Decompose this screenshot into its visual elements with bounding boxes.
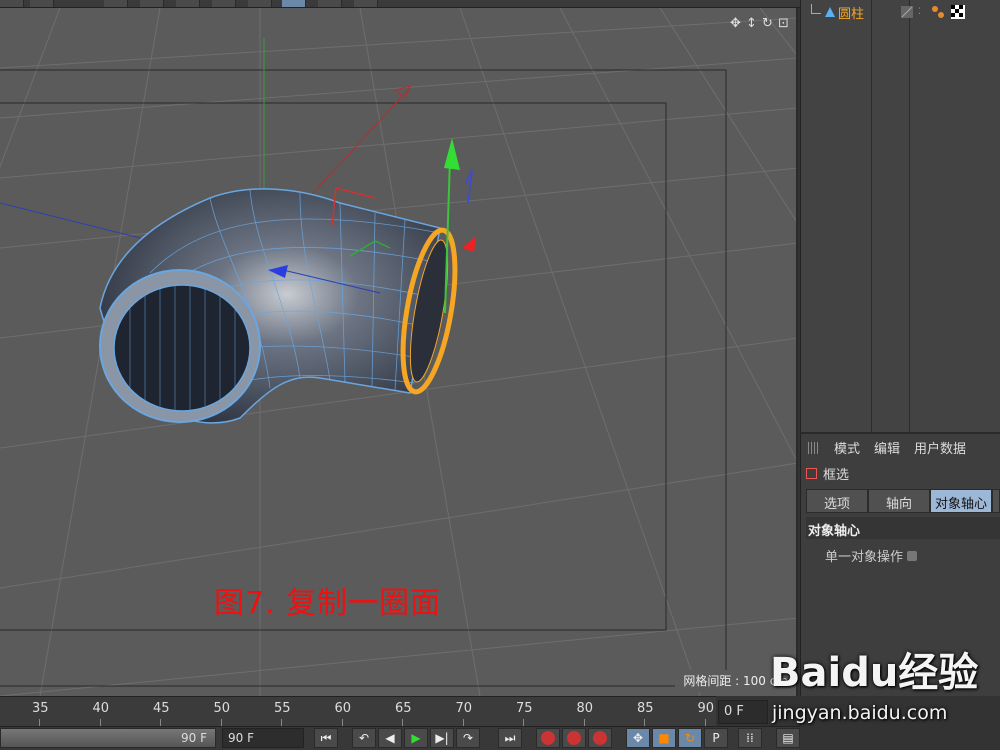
option-checkbox[interactable] bbox=[907, 550, 918, 561]
selection-mode-label: 框选 bbox=[823, 468, 850, 483]
object-name[interactable]: 圆柱 bbox=[838, 3, 864, 22]
tab-object-axis[interactable]: 对象轴心 bbox=[930, 489, 992, 513]
selection-mode-row[interactable]: 框选 bbox=[806, 464, 849, 483]
toolbar-button[interactable] bbox=[140, 0, 164, 7]
toolbar-button[interactable] bbox=[176, 0, 200, 7]
timeline-tick-label: 50 bbox=[213, 701, 231, 716]
timeline-tick-label: 60 bbox=[334, 701, 352, 716]
timeline-tick-label: 65 bbox=[395, 701, 412, 716]
auto-key-icon[interactable] bbox=[562, 728, 586, 748]
play-icon[interactable]: ▶ bbox=[404, 728, 428, 748]
tab-axis[interactable]: 轴向 bbox=[868, 489, 930, 513]
param-key-icon[interactable]: P bbox=[704, 728, 728, 748]
y-axis-handle bbox=[444, 138, 460, 170]
end-frame-field[interactable]: 90 F bbox=[222, 728, 304, 748]
cylinder-icon bbox=[825, 7, 835, 17]
previous-key-icon[interactable]: ↶ bbox=[352, 728, 376, 748]
menu-edit[interactable]: 编辑 bbox=[874, 438, 900, 457]
scale-key-icon[interactable]: ■ bbox=[652, 728, 676, 748]
toolbar-button[interactable] bbox=[30, 0, 54, 7]
top-toolbar bbox=[0, 0, 800, 8]
menu-mode[interactable]: 模式 bbox=[834, 438, 860, 457]
move-view-icon[interactable]: ✥ bbox=[729, 16, 742, 31]
toolbar-button[interactable] bbox=[248, 0, 272, 7]
menu-user-data[interactable]: 用户数据 bbox=[914, 438, 966, 457]
panel-grip-icon[interactable] bbox=[808, 441, 820, 454]
frame-range-slider[interactable]: 90 F bbox=[0, 728, 216, 748]
timeline-tick-label: 80 bbox=[576, 701, 594, 716]
timeline-ruler[interactable]: 35 40 45 50 55 60 65 70 75 80 85 90 bbox=[0, 696, 716, 727]
next-key-icon[interactable]: ↷ bbox=[456, 728, 480, 748]
tag-orange-icon[interactable] bbox=[931, 5, 945, 19]
3d-viewport[interactable]: ✥ ↕ ↻ ⊡ 图7. 复制一圈面 网格间距 : 100 cm bbox=[0, 8, 798, 696]
watermark-url: jingyan.baidu.com bbox=[772, 702, 948, 724]
maximize-view-icon[interactable]: ⊡ bbox=[777, 16, 790, 31]
object-manager-panel bbox=[800, 0, 1000, 432]
single-object-option[interactable]: 单一对象操作 bbox=[825, 546, 918, 565]
go-to-end-icon[interactable]: ⏭ bbox=[498, 728, 522, 748]
next-frame-icon[interactable]: ▶| bbox=[430, 728, 454, 748]
tab-options[interactable]: 选项 bbox=[806, 489, 868, 513]
rotate-view-icon[interactable]: ↻ bbox=[761, 16, 774, 31]
watermark-brand: Baidu经验 bbox=[770, 650, 979, 696]
toolbar-button[interactable] bbox=[212, 0, 236, 7]
elbow-pipe-mesh bbox=[99, 188, 458, 424]
timeline-tick-label: 90 bbox=[697, 701, 715, 716]
timeline-tick-label: 85 bbox=[637, 701, 654, 716]
section-title: 对象轴心 bbox=[806, 517, 1000, 539]
box-select-icon bbox=[806, 468, 817, 479]
figure-caption: 图7. 复制一圈面 bbox=[214, 586, 442, 621]
option-label: 单一对象操作 bbox=[825, 550, 904, 565]
toolbar-button[interactable] bbox=[318, 0, 342, 7]
timeline-tick-label: 45 bbox=[153, 701, 170, 716]
rotate-key-icon[interactable]: ↻ bbox=[678, 728, 702, 748]
tree-connector bbox=[811, 4, 821, 14]
toolbar-button[interactable] bbox=[354, 0, 378, 7]
viewport-nav-icons: ✥ ↕ ↻ ⊡ bbox=[729, 16, 790, 31]
timeline-tick-label: 70 bbox=[455, 701, 473, 716]
tab-overflow[interactable] bbox=[992, 489, 1000, 513]
object-row-cylinder[interactable]: 圆柱 ⁚ bbox=[805, 2, 1000, 22]
keyframe-help-icon[interactable] bbox=[588, 728, 612, 748]
toolbar-button[interactable] bbox=[282, 0, 306, 7]
previous-frame-icon[interactable]: ◀ bbox=[378, 728, 402, 748]
go-to-start-icon[interactable]: ⏮ bbox=[314, 728, 338, 748]
attribute-tabs: 选项 轴向 对象轴心 bbox=[806, 489, 1000, 513]
toolbar-button[interactable] bbox=[0, 0, 24, 7]
timeline-tick-label: 35 bbox=[32, 701, 49, 716]
move-key-icon[interactable]: ✥ bbox=[626, 728, 650, 748]
timeline-tick-label: 55 bbox=[274, 701, 291, 716]
timeline-tick-label: 75 bbox=[516, 701, 533, 716]
point-level-icon[interactable]: ⁞⁞ bbox=[738, 728, 762, 748]
baidu-watermark: Baidu经验 jingyan.baidu.com bbox=[770, 640, 1000, 750]
x-axis-handle bbox=[462, 236, 476, 252]
record-icon[interactable] bbox=[536, 728, 560, 748]
current-frame-field[interactable]: 0 F bbox=[718, 700, 768, 724]
toolbar-button[interactable] bbox=[104, 0, 128, 7]
timeline-tick-label: 40 bbox=[92, 701, 110, 716]
zoom-view-icon[interactable]: ↕ bbox=[745, 16, 758, 31]
layer-icon[interactable] bbox=[900, 5, 914, 19]
visibility-dots-icon[interactable]: ⁚ bbox=[918, 7, 921, 17]
attribute-menu-bar: 模式 编辑 用户数据 bbox=[808, 438, 966, 457]
checker-tag-icon[interactable] bbox=[950, 5, 965, 19]
